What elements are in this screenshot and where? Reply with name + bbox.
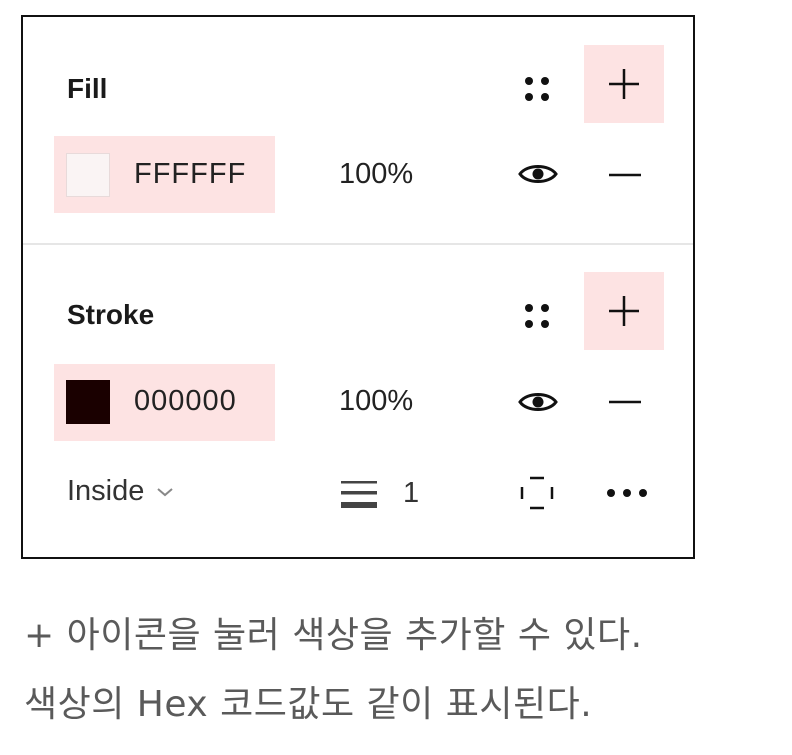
stroke-weight-icon [339,475,379,511]
minus-icon[interactable] [608,392,642,412]
stroke-weight-value[interactable]: 1 [403,477,419,510]
design-panel: Fill FFFFFF 100% Stroke 000000 100% Insi… [21,15,695,559]
minus-icon[interactable] [608,165,642,185]
dashed-square-icon[interactable] [519,473,555,513]
eye-icon[interactable] [517,159,559,189]
stroke-section-title: Stroke [67,299,155,330]
caption-line-1: + 아이콘을 눌러 색상을 추가할 수 있다. [24,615,643,656]
caption-line-2: 색상의 Hex 코드값도 같이 표시된다. [24,684,593,725]
grid-dots-icon[interactable] [517,69,557,109]
fill-section-title: Fill [67,73,108,104]
stroke-hex-value[interactable]: 000000 [134,385,237,418]
ellipsis-icon[interactable] [604,483,650,503]
add-fill-button[interactable] [584,45,664,123]
chevron-down-icon [157,487,174,496]
eye-icon[interactable] [517,387,559,417]
fill-color-field[interactable]: FFFFFF [54,136,275,213]
fill-color-swatch[interactable] [66,153,110,197]
fill-opacity-value[interactable]: 100% [339,158,413,191]
add-stroke-button[interactable] [584,272,664,350]
fill-hex-value[interactable]: FFFFFF [134,158,246,191]
stroke-color-swatch[interactable] [66,380,110,424]
stroke-position-value: Inside [67,475,145,507]
plus-icon [609,296,639,326]
grid-dots-icon[interactable] [517,296,557,336]
stroke-position-dropdown[interactable]: Inside [67,475,174,508]
section-divider [23,243,693,245]
stroke-color-field[interactable]: 000000 [54,364,275,441]
stroke-opacity-value[interactable]: 100% [339,385,413,418]
plus-icon [609,69,639,99]
